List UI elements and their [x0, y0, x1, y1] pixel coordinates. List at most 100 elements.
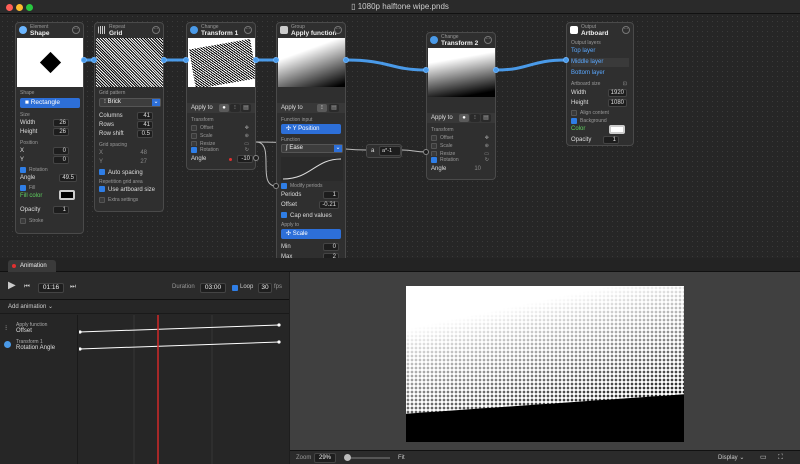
extra-settings-checkbox[interactable]: [99, 196, 105, 203]
offset-port[interactable]: [273, 183, 279, 189]
add-animation-button[interactable]: Add animation ⌄: [8, 302, 53, 312]
zoom-slider-handle[interactable]: [344, 454, 351, 461]
fps-field[interactable]: 30: [258, 283, 272, 293]
columns-input[interactable]: 41: [137, 112, 153, 120]
fullscreen-icon[interactable]: ⛶: [778, 453, 783, 463]
background-color-swatch[interactable]: [609, 125, 625, 134]
extra-settings-row[interactable]: Extra settings: [99, 196, 159, 205]
more-icon[interactable]: ···: [334, 26, 342, 34]
expression-node[interactable]: a a*-1: [366, 144, 402, 158]
y-input[interactable]: 0: [53, 156, 69, 164]
window-icon[interactable]: ▭: [760, 453, 767, 463]
angle-port[interactable]: [423, 149, 429, 155]
rotation-row[interactable]: Rotation ↻: [191, 146, 251, 155]
offset-checkbox[interactable]: [431, 134, 437, 141]
more-icon[interactable]: ···: [622, 26, 630, 34]
grid-output-port[interactable]: [161, 57, 167, 63]
artboard-height-input[interactable]: 1080: [607, 99, 627, 107]
angle-port[interactable]: [253, 155, 259, 161]
fill-color-swatch[interactable]: [59, 190, 75, 200]
scale-checkbox[interactable]: [431, 142, 437, 149]
transform1-node[interactable]: Change Transform 1 ··· Apply to ● ⁝ ▤ Tran…: [186, 22, 256, 150]
rowshift-input[interactable]: 0.5: [137, 130, 153, 138]
node-canvas[interactable]: Element Shape ··· Shape ■ Rectangle Size…: [0, 14, 800, 272]
min-input[interactable]: 0: [323, 243, 339, 251]
transform2-output-port[interactable]: [493, 67, 499, 73]
expression-formula[interactable]: a*-1: [379, 146, 401, 156]
angle-value[interactable]: 10: [474, 165, 481, 174]
rows-input[interactable]: 41: [137, 121, 153, 129]
skip-forward-icon[interactable]: ⏭: [70, 282, 76, 292]
more-icon[interactable]: ···: [484, 36, 492, 44]
grid-input-port[interactable]: [91, 57, 97, 63]
middle-layer-input[interactable]: Middle layer: [571, 58, 629, 67]
apply-function-input-port[interactable]: [273, 57, 279, 63]
rotation-row[interactable]: Rotation ↻: [431, 156, 491, 165]
timeline-tracks[interactable]: [79, 315, 289, 464]
apply-grid-icon[interactable]: ⁝: [230, 104, 240, 112]
aspect-lock-icon[interactable]: ⊡: [623, 80, 627, 89]
shape-select[interactable]: ■ Rectangle: [20, 98, 80, 108]
grid-node[interactable]: Repeat Grid ··· Grid pattern ⁝ Brick ⌄ Co…: [94, 22, 164, 212]
modify-periods-checkbox[interactable]: [281, 182, 287, 189]
rotation-checkbox[interactable]: [191, 146, 197, 153]
duration-field[interactable]: 03:00: [200, 283, 226, 293]
align-content-checkbox[interactable]: [571, 109, 577, 116]
spacing-y-value[interactable]: 27: [140, 158, 147, 167]
apply-element-icon[interactable]: ●: [219, 104, 229, 112]
width-input[interactable]: 26: [53, 119, 69, 127]
loop-checkbox[interactable]: [232, 285, 238, 291]
opacity-input[interactable]: 1: [53, 206, 69, 214]
tab-animation[interactable]: Animation: [8, 260, 56, 272]
apply-grid-icon[interactable]: ⁝: [317, 104, 327, 112]
stroke-row[interactable]: Stroke: [20, 217, 79, 226]
stroke-checkbox[interactable]: [20, 217, 26, 224]
display-menu[interactable]: Display ⌄: [718, 453, 744, 463]
fill-checkbox[interactable]: [20, 184, 26, 191]
play-icon[interactable]: ▶: [8, 281, 16, 291]
top-layer-input[interactable]: Top layer: [571, 47, 629, 56]
rotation-checkbox[interactable]: [431, 156, 437, 163]
scale-checkbox[interactable]: [191, 132, 197, 139]
shape-node[interactable]: Element Shape ··· Shape ■ Rectangle Size…: [15, 22, 84, 234]
bottom-layer-input[interactable]: Bottom layer: [571, 69, 629, 78]
cap-end-row[interactable]: Cap end values: [281, 212, 341, 221]
apply-group-icon[interactable]: ▤: [481, 114, 491, 122]
current-time-field[interactable]: 01:16: [38, 283, 64, 293]
opacity-input[interactable]: 1: [603, 136, 619, 144]
artboard-size-row[interactable]: Use artboard size: [99, 186, 159, 195]
artboard-input-port[interactable]: [563, 57, 569, 63]
apply-group-icon[interactable]: ▤: [241, 104, 251, 112]
apply-grid-icon[interactable]: ⁝: [470, 114, 480, 122]
transform1-output-port[interactable]: [253, 57, 259, 63]
autospacing-checkbox[interactable]: [99, 169, 105, 176]
artboard-width-input[interactable]: 1920: [607, 89, 627, 97]
apply-function-node[interactable]: Group Apply function ··· Apply to ⁝ ▤ Fun…: [276, 22, 346, 267]
modify-periods-row[interactable]: Modify periods: [281, 182, 341, 191]
zoom-slider[interactable]: [346, 457, 390, 459]
background-checkbox[interactable]: [571, 117, 577, 124]
apply-to-select[interactable]: ✣ Scale: [281, 229, 341, 239]
more-icon[interactable]: ···: [152, 26, 160, 34]
rotation-checkbox[interactable]: [20, 166, 26, 173]
angle-input[interactable]: 49.5: [59, 174, 77, 182]
track-label-1[interactable]: ⁝ Apply function Offset: [0, 321, 78, 337]
apply-element-icon[interactable]: ●: [459, 114, 469, 122]
more-icon[interactable]: ···: [244, 26, 252, 34]
angle-input[interactable]: -10: [237, 155, 253, 163]
fit-button[interactable]: Fit: [398, 453, 405, 463]
offset-input[interactable]: -0.21: [319, 201, 339, 209]
track-label-2[interactable]: Transform 1 Rotation Angle: [0, 338, 78, 354]
transform2-input-port[interactable]: [423, 67, 429, 73]
x-input[interactable]: 0: [53, 147, 69, 155]
offset-checkbox[interactable]: [191, 124, 197, 131]
shape-output-port[interactable]: [81, 57, 87, 63]
pattern-select[interactable]: ⁝ Brick ⌄: [99, 98, 161, 107]
artboard-size-checkbox[interactable]: [99, 186, 105, 193]
apply-function-output-port[interactable]: [343, 57, 349, 63]
skip-back-icon[interactable]: ⏮: [24, 282, 30, 292]
autospacing-row[interactable]: Auto spacing: [99, 169, 159, 178]
height-input[interactable]: 26: [53, 128, 69, 136]
transform2-node[interactable]: Change Transform 2 ··· Apply to ● ⁝ ▤ Tran…: [426, 32, 496, 160]
periods-input[interactable]: 1: [323, 191, 339, 199]
